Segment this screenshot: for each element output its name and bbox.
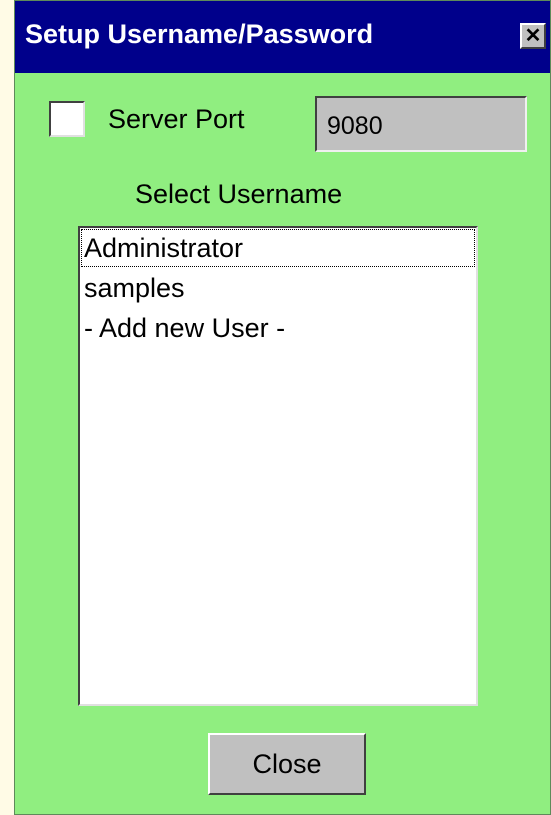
list-item-administrator[interactable]: Administrator bbox=[80, 228, 476, 268]
username-listbox[interactable]: Administrator samples - Add new User - bbox=[78, 226, 478, 706]
server-port-field[interactable]: 9080 bbox=[315, 96, 527, 152]
close-glyph: ✕ bbox=[524, 25, 542, 47]
server-port-checkbox[interactable] bbox=[49, 101, 85, 137]
close-button[interactable]: Close bbox=[208, 733, 366, 795]
server-port-label: Server Port bbox=[108, 104, 245, 134]
list-item-add-new-user[interactable]: - Add new User - bbox=[80, 308, 476, 348]
list-item-samples[interactable]: samples bbox=[80, 268, 476, 308]
setup-dialog: Setup Username/Password ✕ Server Port 90… bbox=[14, 0, 551, 815]
select-username-label: Select Username bbox=[135, 179, 343, 209]
close-icon[interactable]: ✕ bbox=[520, 23, 546, 49]
title-bar[interactable]: Setup Username/Password ✕ bbox=[15, 1, 550, 73]
window-title: Setup Username/Password bbox=[25, 19, 374, 49]
